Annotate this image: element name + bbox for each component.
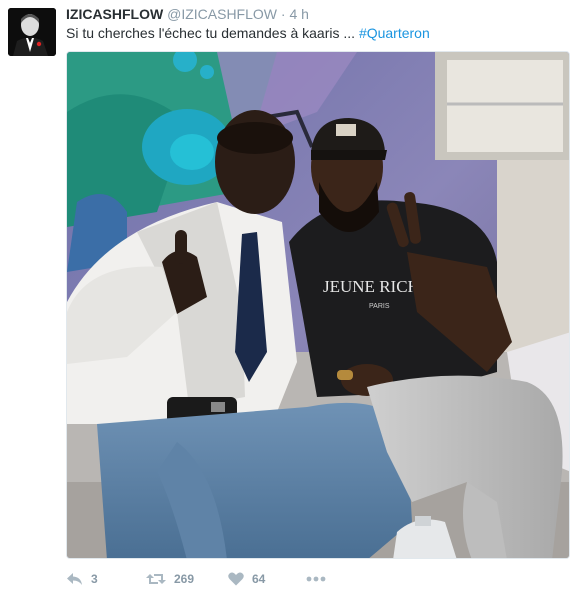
more-button[interactable] <box>306 576 326 582</box>
retweet-count: 269 <box>174 572 195 586</box>
like-icon <box>228 572 244 586</box>
avatar[interactable] <box>8 8 56 56</box>
tweet-photo[interactable]: JEUNE RICHE PARIS <box>66 51 570 559</box>
tweet-body: Si tu cherches l'échec tu demandes à kaa… <box>66 25 356 41</box>
tweet-actions: 3 269 64 <box>66 570 326 588</box>
avatar-image <box>8 8 56 56</box>
display-name[interactable]: IZICASHFLOW <box>66 6 163 22</box>
retweet-icon <box>146 572 166 586</box>
like-button[interactable]: 64 <box>228 572 306 586</box>
retweet-button[interactable]: 269 <box>146 572 228 586</box>
like-count: 64 <box>252 572 266 586</box>
hashtag-link[interactable]: #Quarteron <box>359 25 430 41</box>
more-icon <box>306 576 326 582</box>
reply-icon <box>66 572 83 586</box>
tweet-header: IZICASHFLOW @IZICASHFLOW · 4 h <box>66 5 309 23</box>
tweet-text: Si tu cherches l'échec tu demandes à kaa… <box>66 24 430 42</box>
reply-button[interactable]: 3 <box>66 572 146 586</box>
user-handle[interactable]: @IZICASHFLOW <box>167 6 277 22</box>
timestamp[interactable]: 4 h <box>289 6 308 22</box>
reply-count: 3 <box>91 572 98 586</box>
shirt-subtext: PARIS <box>369 303 390 310</box>
header-separator: · <box>280 6 286 22</box>
photo-illustration: JEUNE RICHE PARIS <box>67 52 569 558</box>
